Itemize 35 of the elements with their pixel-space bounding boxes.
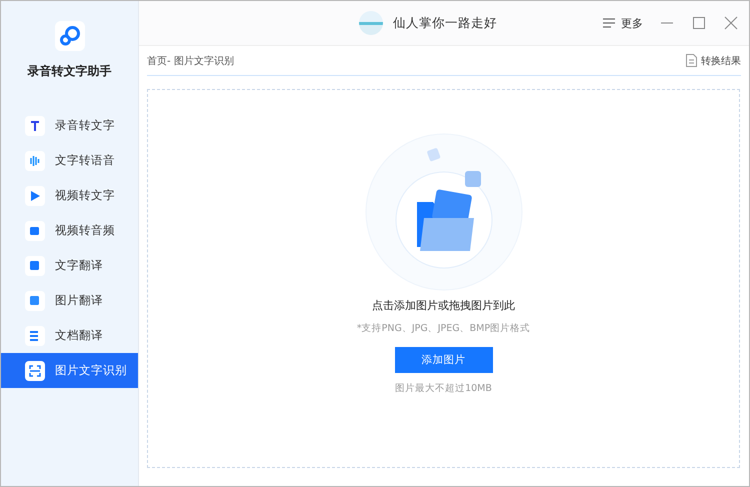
feature-icon (25, 150, 45, 170)
avatar[interactable] (359, 11, 383, 35)
app-name: 录音转文字助手 (28, 63, 112, 80)
app-logo (54, 21, 84, 51)
feature-icon (25, 186, 45, 206)
feature-icon (25, 256, 45, 276)
sidebar-item[interactable]: 录音转文字 (1, 108, 138, 143)
close-icon (723, 15, 739, 31)
feature-icon (25, 220, 45, 240)
document-icon (686, 54, 697, 67)
drop-area[interactable]: 点击添加图片或拖拽图片到此 *支持PNG、JPG、JPEG、BMP图片格式 添加图片 图片最大不超过10MB (147, 89, 740, 468)
add-image-button[interactable]: 添加图片 (394, 347, 492, 373)
breadcrumb: 首页- 图片文字识别 (147, 54, 234, 68)
size-limit-hint: 图片最大不超过10MB (395, 382, 492, 395)
sidebar-item[interactable]: 视频转文字 (1, 178, 138, 213)
feature-icon (25, 116, 45, 136)
sidebar-item[interactable]: 文档翻译 (1, 318, 138, 353)
results-link[interactable]: 转换结果 (686, 54, 741, 68)
user-name: 仙人掌你一路走好 (393, 14, 497, 32)
sidebar-item[interactable]: 图片翻译 (1, 283, 138, 318)
more-button[interactable]: 更多 (603, 16, 643, 30)
menu-icon (603, 18, 615, 28)
sidebar-item[interactable]: 视频转音频 (1, 213, 138, 248)
upload-prompt: 点击添加图片或拖拽图片到此 (372, 298, 515, 313)
sidebar-item[interactable]: 文字转语音 (1, 143, 138, 178)
feature-icon (25, 326, 45, 346)
maximize-icon (691, 15, 707, 31)
close-button[interactable] (723, 15, 739, 31)
sidebar-item[interactable]: 图片文字识别 (1, 353, 138, 388)
feature-icon (25, 360, 45, 380)
feature-icon (25, 290, 45, 310)
sidebar-item[interactable]: 文字翻译 (1, 248, 138, 283)
minimize-icon (661, 22, 673, 24)
format-hint: *支持PNG、JPG、JPEG、BMP图片格式 (356, 322, 530, 335)
maximize-button[interactable] (691, 15, 707, 31)
